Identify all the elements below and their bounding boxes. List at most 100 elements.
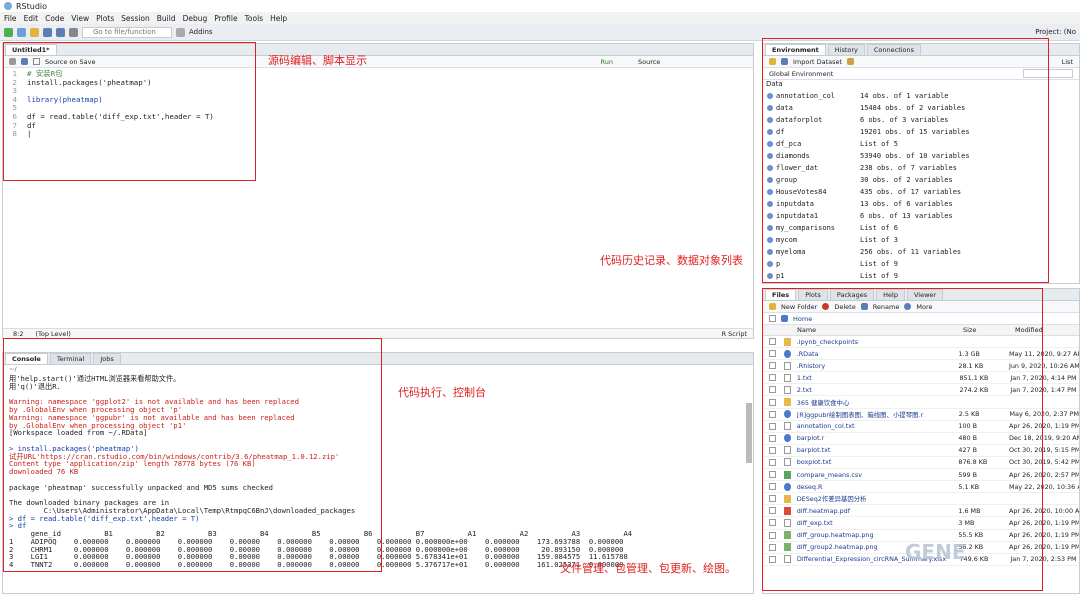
size-column-header[interactable]: Size (963, 326, 1015, 334)
menu-session[interactable]: Session (121, 14, 150, 23)
rename-button[interactable]: Rename (873, 303, 900, 311)
scope-indicator[interactable]: (Top Level) (35, 330, 70, 338)
expand-icon[interactable] (767, 225, 773, 231)
file-checkbox[interactable] (769, 362, 776, 370)
menu-plots[interactable]: Plots (96, 14, 114, 23)
back-arrow-icon[interactable] (9, 58, 16, 65)
tab-viewer[interactable]: Viewer (907, 289, 944, 300)
file-checkbox[interactable] (769, 495, 776, 503)
expand-icon[interactable] (767, 177, 773, 183)
file-name[interactable]: deseq.R (797, 483, 959, 491)
file-row[interactable]: barplot.txt 427 B Oct 30, 2019, 5:15 PM (763, 445, 1079, 457)
tab-terminal[interactable]: Terminal (49, 353, 92, 364)
workspace-panes-icon[interactable] (176, 27, 185, 37)
home-link[interactable]: Home (793, 315, 812, 323)
tab-jobs[interactable]: Jobs (93, 353, 121, 364)
file-row[interactable]: diff_group2.heatmap.png 56.2 KB Apr 26, 20… (763, 542, 1079, 554)
open-file-icon[interactable] (30, 27, 39, 37)
expand-icon[interactable] (767, 105, 773, 111)
file-row[interactable]: barplot.r 480 B Dec 18, 2019, 9:20 AM (763, 433, 1079, 445)
goto-file-input[interactable]: Go to file/function (82, 26, 172, 38)
env-row[interactable]: dataforplot 6 obs. of 3 variables (763, 114, 1079, 126)
expand-icon[interactable] (767, 165, 773, 171)
global-environment-dropdown[interactable]: Global Environment (769, 70, 833, 78)
file-name[interactable]: Differential_Expression_circRNA_Summary.… (797, 555, 960, 563)
delete-button[interactable]: Delete (834, 303, 855, 311)
file-row[interactable]: diff_group.heatmap.png 55.5 KB Apr 26, 202… (763, 530, 1079, 542)
tab-environment[interactable]: Environment (765, 44, 826, 55)
env-row[interactable]: inputdata1 6 obs. of 13 variables (763, 210, 1079, 222)
file-name[interactable]: compare_means.csv (797, 471, 959, 479)
env-row[interactable]: annotation_col 14 obs. of 1 variable (763, 90, 1079, 102)
file-row[interactable]: .ipynb_checkpoints (763, 336, 1079, 349)
file-row[interactable]: 2.txt 274.2 KB Jan 7, 2020, 1:47 PM (763, 384, 1079, 397)
menu-build[interactable]: Build (157, 14, 176, 23)
expand-icon[interactable] (767, 189, 773, 195)
expand-icon[interactable] (767, 153, 773, 159)
save-icon[interactable] (21, 58, 28, 65)
addins-menu[interactable]: Addins (189, 28, 213, 36)
file-checkbox[interactable] (769, 555, 776, 563)
file-checkbox[interactable] (769, 458, 776, 466)
file-name[interactable]: DESeq2作差异基因分析 (797, 494, 960, 503)
file-name[interactable]: .RData (797, 350, 959, 358)
file-checkbox[interactable] (769, 410, 776, 418)
menu-view[interactable]: View (71, 14, 89, 23)
console-output[interactable]: 用'help.start()'通过HTML浏览器来看帮助文件。 用'q()'退出R… (3, 375, 753, 569)
env-row[interactable]: data 15484 obs. of 2 variables (763, 102, 1079, 114)
file-checkbox[interactable] (769, 446, 776, 454)
env-row[interactable]: diamonds 53940 obs. of 10 variables (763, 150, 1079, 162)
menu-profile[interactable]: Profile (214, 14, 237, 23)
file-checkbox[interactable] (769, 434, 776, 442)
file-row[interactable]: 1.txt 851.1 KB Jan 7, 2020, 4:14 PM (763, 372, 1079, 385)
expand-icon[interactable] (767, 141, 773, 147)
save-workspace-icon[interactable] (781, 58, 788, 65)
file-name[interactable]: 1.txt (797, 374, 960, 382)
expand-icon[interactable] (767, 237, 773, 243)
expand-icon[interactable] (767, 273, 773, 279)
file-name[interactable]: boxplot.txt (797, 458, 959, 466)
env-row[interactable]: inputdata 13 obs. of 6 variables (763, 198, 1079, 210)
env-row[interactable]: df 19201 obs. of 15 variables (763, 126, 1079, 138)
file-checkbox[interactable] (769, 398, 776, 406)
file-checkbox[interactable] (769, 531, 776, 539)
tab-history[interactable]: History (827, 44, 865, 55)
tab-untitled1[interactable]: Untitled1* (5, 44, 57, 55)
file-row[interactable]: Differential_Expression_circRNA_Summary.… (763, 554, 1079, 566)
file-row[interactable]: diff.heatmap.pdf 1.6 MB Apr 26, 2020, 10:0… (763, 505, 1079, 518)
name-column-header[interactable]: Name (797, 326, 963, 334)
env-row[interactable]: p1 List of 9 (763, 270, 1079, 282)
file-row[interactable]: .Rhistory 28.1 KB Jun 9, 2020, 10:26 AM (763, 360, 1079, 373)
file-name[interactable]: diff.heatmap.pdf (797, 507, 959, 515)
file-checkbox[interactable] (769, 507, 776, 515)
file-checkbox[interactable] (769, 519, 776, 527)
expand-icon[interactable] (767, 129, 773, 135)
file-row[interactable]: compare_means.csv 599 B Apr 26, 2020, 2:57… (763, 469, 1079, 482)
source-button[interactable]: Source (638, 58, 660, 66)
menu-tools[interactable]: Tools (245, 14, 263, 23)
tab-connections[interactable]: Connections (866, 44, 922, 55)
file-name[interactable]: barplot.r (797, 434, 959, 442)
tab-help[interactable]: Help (876, 289, 905, 300)
new-project-icon[interactable] (17, 27, 26, 37)
expand-icon[interactable] (767, 201, 773, 207)
env-row[interactable]: flower_dat 238 obs. of 7 variables (763, 162, 1079, 174)
file-name[interactable]: .ipynb_checkpoints (797, 338, 960, 346)
file-row[interactable]: 365 健康饮食中心 (763, 396, 1079, 409)
file-type[interactable]: R Script (722, 330, 747, 338)
file-checkbox[interactable] (769, 338, 776, 346)
expand-icon[interactable] (767, 117, 773, 123)
env-row[interactable]: HouseVotes84 435 obs. of 17 variables (763, 186, 1079, 198)
file-name[interactable]: diff_exp.txt (797, 519, 959, 527)
env-row[interactable]: myeloma 256 obs. of 11 variables (763, 246, 1079, 258)
tab-packages[interactable]: Packages (829, 289, 875, 300)
file-row[interactable]: DESeq2作差异基因分析 (763, 493, 1079, 506)
file-row[interactable]: deseq.R 5.1 KB May 22, 2020, 10:36 AM (763, 481, 1079, 494)
list-view-dropdown[interactable]: List (1062, 58, 1073, 66)
select-all-checkbox[interactable] (769, 315, 776, 322)
file-row[interactable]: boxplot.txt 876.8 KB Oct 30, 2019, 5:42 PM (763, 457, 1079, 470)
project-menu[interactable]: Project: (No (1035, 28, 1076, 36)
file-checkbox[interactable] (769, 350, 776, 358)
code-editor[interactable]: 1 # 安装R包 2 install.packages('pheatmap') 3 4 li… (3, 68, 753, 139)
file-name[interactable]: .Rhistory (797, 362, 959, 370)
